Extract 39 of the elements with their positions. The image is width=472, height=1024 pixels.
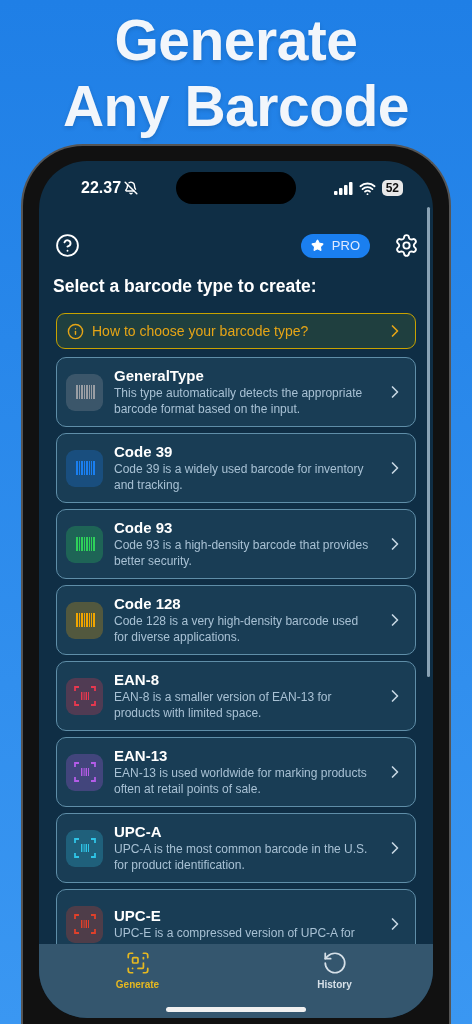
barcode-type-description: This type automatically detects the appropriate barcode format based on the input. — [114, 385, 364, 417]
barcode-type-card[interactable]: UPC-E UPC-E is a compressed version of UPC-A for — [56, 889, 416, 944]
star-icon — [310, 239, 324, 252]
history-icon — [321, 950, 348, 976]
settings-button[interactable] — [394, 233, 419, 258]
barcode-type-description: EAN-8 is a smaller version of EAN-13 for products with limited space. — [114, 689, 333, 721]
tab[interactable]: Generate — [39, 944, 236, 1018]
barcode-type-description: EAN-13 is used worldwide for marking products often at retail points of sale. — [114, 765, 368, 797]
barcode-type-name: EAN-8 — [114, 671, 160, 688]
status-time: 22.37 — [81, 179, 122, 197]
headline: Generate — [114, 7, 358, 73]
section-title: Select a barcode type to create: — [52, 275, 318, 297]
barcode-type-description: UPC-E is a compressed version of UPC-A for — [114, 925, 356, 941]
barcode-type-card[interactable]: UPC-A UPC-A is the most common barcode in the U.S. for product identification. — [56, 813, 416, 883]
help-button[interactable] — [55, 233, 80, 258]
barcode-type-name: Code 128 — [114, 595, 182, 612]
qr-scan-icon — [124, 950, 151, 976]
tab[interactable]: History — [236, 944, 433, 1018]
barcode-type-card[interactable]: GeneralType This type automatically detects the appropriate barcode format based on the input. — [56, 357, 416, 427]
barcode-type-card[interactable]: Code 128 Code 128 is a very high-density barcode used for diverse applications. — [56, 585, 416, 655]
info-banner[interactable]: How to choose your barcode type? — [56, 313, 416, 349]
barcode-type-description: Code 39 is a widely used barcode for inventory and tracking. — [114, 461, 365, 493]
barcode-type-card[interactable]: EAN-13 EAN-13 is used worldwide for marking products often at retail points of sale. — [56, 737, 416, 807]
barcode-type-name: EAN-13 — [114, 747, 169, 764]
signal-icon — [333, 181, 353, 195]
battery-level: 52 — [381, 180, 403, 196]
barcode-type-name: Code 39 — [114, 443, 174, 460]
barcode-type-description: UPC-A is the most common barcode in the U.S. for product identification. — [114, 841, 369, 873]
barcode-type-card[interactable]: EAN-8 EAN-8 is a smaller version of EAN-13 for products with limited space. — [56, 661, 416, 731]
bell-off-icon — [124, 181, 139, 195]
barcode-type-description: Code 128 is a very high-density barcode used for diverse applications. — [114, 613, 360, 645]
headline: Any Barcode — [62, 73, 410, 139]
barcode-type-name: UPC-A — [114, 823, 163, 840]
barcode-type-card[interactable]: Code 93 Code 93 is a high-density barcode that provides better security. — [56, 509, 416, 579]
barcode-type-card[interactable]: Code 39 Code 39 is a widely used barcode for inventory and tracking. — [56, 433, 416, 503]
barcode-type-description: Code 93 is a high-density barcode that provides better security. — [114, 537, 370, 569]
barcode-type-name: Code 93 — [114, 519, 174, 536]
barcode-type-name: UPC-E — [114, 907, 162, 924]
barcode-type-name: GeneralType — [114, 367, 205, 384]
